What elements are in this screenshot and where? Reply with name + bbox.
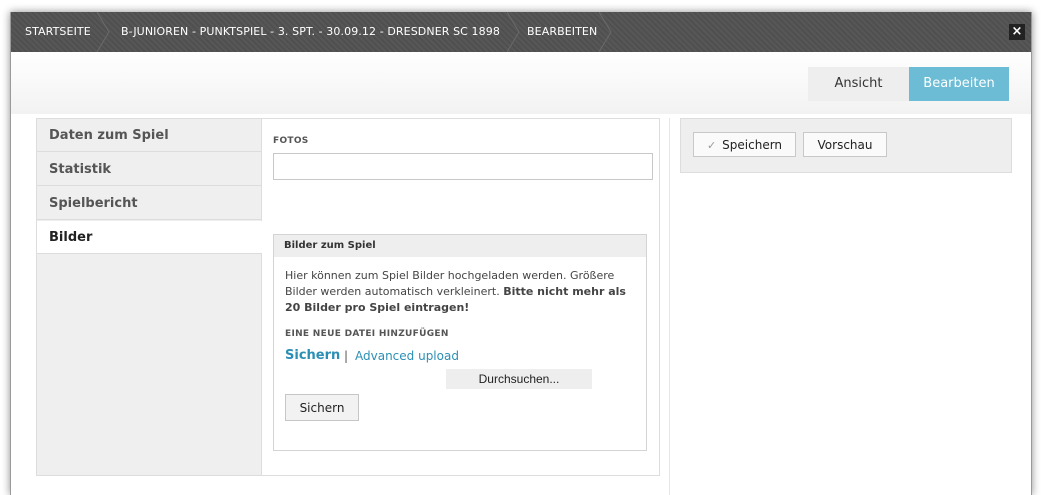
close-icon[interactable]: × [1009,24,1025,40]
column-divider [669,118,670,495]
add-file-label: EINE NEUE DATEI HINZUFÜGEN [285,329,449,339]
breadcrumb: STARTSEITE B-JUNIOREN - PUNKTSPIEL - 3. … [11,12,1031,52]
advanced-upload-link[interactable]: Advanced upload [355,349,459,363]
save-button[interactable]: ✓ Speichern [693,132,796,157]
breadcrumb-item-bearbeiten: BEARBEITEN [527,25,598,38]
breadcrumb-separator-icon [97,12,110,52]
view-ansicht-button[interactable]: Ansicht [808,67,909,101]
editor-panel: Daten zum Spiel Statistik Spielbericht B… [36,118,660,476]
upload-box-title: Bilder zum Spiel [274,235,646,257]
upload-description: Hier können zum Spiel Bilder hochgeladen… [285,268,635,316]
breadcrumb-separator-icon [507,12,520,52]
breadcrumb-item-match[interactable]: B-JUNIOREN - PUNKTSPIEL - 3. SPT. - 30.0… [121,12,500,52]
action-panel: ✓ Speichern Vorschau [680,118,1012,173]
breadcrumb-separator-icon [599,12,612,52]
view-bearbeiten-button[interactable]: Bearbeiten [909,67,1009,101]
edit-dialog: STARTSEITE B-JUNIOREN - PUNKTSPIEL - 3. … [10,12,1032,495]
preview-button[interactable]: Vorschau [803,132,887,157]
browse-button[interactable]: Durchsuchen... [446,369,592,389]
check-icon: ✓ [706,138,717,152]
fotos-input[interactable] [273,153,653,180]
upload-sichern-button[interactable]: Sichern [285,394,359,421]
sidebar-item-bilder[interactable]: Bilder [37,221,262,254]
sidebar-item-spielbericht[interactable]: Spielbericht [37,187,261,220]
breadcrumb-item-startseite[interactable]: STARTSEITE [25,12,91,52]
upload-box: Bilder zum Spiel Hier können zum Spiel B… [273,234,647,451]
sichern-link[interactable]: Sichern [285,348,340,363]
link-divider: | [344,349,349,363]
fotos-label: FOTOS [273,136,309,146]
save-button-label: Speichern [722,137,783,152]
sidebar-item-daten-zum-spiel[interactable]: Daten zum Spiel [37,119,261,152]
sidebar: Daten zum Spiel Statistik Spielbericht B… [37,119,262,475]
sidebar-item-statistik[interactable]: Statistik [37,153,261,186]
